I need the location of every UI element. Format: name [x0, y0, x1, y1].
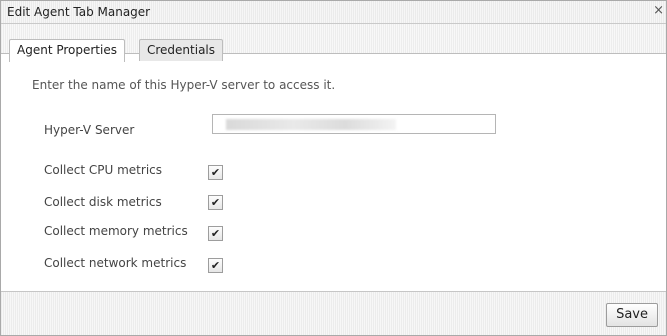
- agent-properties-panel: Enter the name of this Hyper-V server to…: [9, 61, 658, 285]
- close-icon[interactable]: ×: [653, 3, 664, 19]
- intro-text: Enter the name of this Hyper-V server to…: [32, 78, 336, 92]
- network-metrics-label: Collect network metrics: [44, 256, 187, 270]
- title-bar[interactable]: Edit Agent Tab Manager ×: [1, 1, 666, 24]
- cpu-metrics-label: Collect CPU metrics: [44, 163, 162, 177]
- edit-agent-dialog: Edit Agent Tab Manager × Agent Propertie…: [0, 0, 667, 336]
- tab-agent-properties[interactable]: Agent Properties: [9, 39, 125, 62]
- disk-metrics-label: Collect disk metrics: [44, 195, 162, 209]
- dialog-footer: Save: [1, 292, 666, 335]
- dialog-title: Edit Agent Tab Manager: [7, 5, 151, 19]
- network-metrics-checkbox[interactable]: ✔: [208, 258, 223, 273]
- cpu-metrics-checkbox[interactable]: ✔: [208, 165, 223, 180]
- save-button[interactable]: Save: [606, 303, 658, 327]
- hyper-v-server-label: Hyper-V Server: [44, 123, 135, 137]
- redacted-server-value: [226, 119, 396, 130]
- memory-metrics-label: Collect memory metrics: [44, 224, 188, 238]
- memory-metrics-checkbox[interactable]: ✔: [208, 226, 223, 241]
- disk-metrics-checkbox[interactable]: ✔: [208, 195, 223, 210]
- tab-credentials[interactable]: Credentials: [139, 39, 224, 61]
- hyper-v-server-input[interactable]: [212, 114, 496, 134]
